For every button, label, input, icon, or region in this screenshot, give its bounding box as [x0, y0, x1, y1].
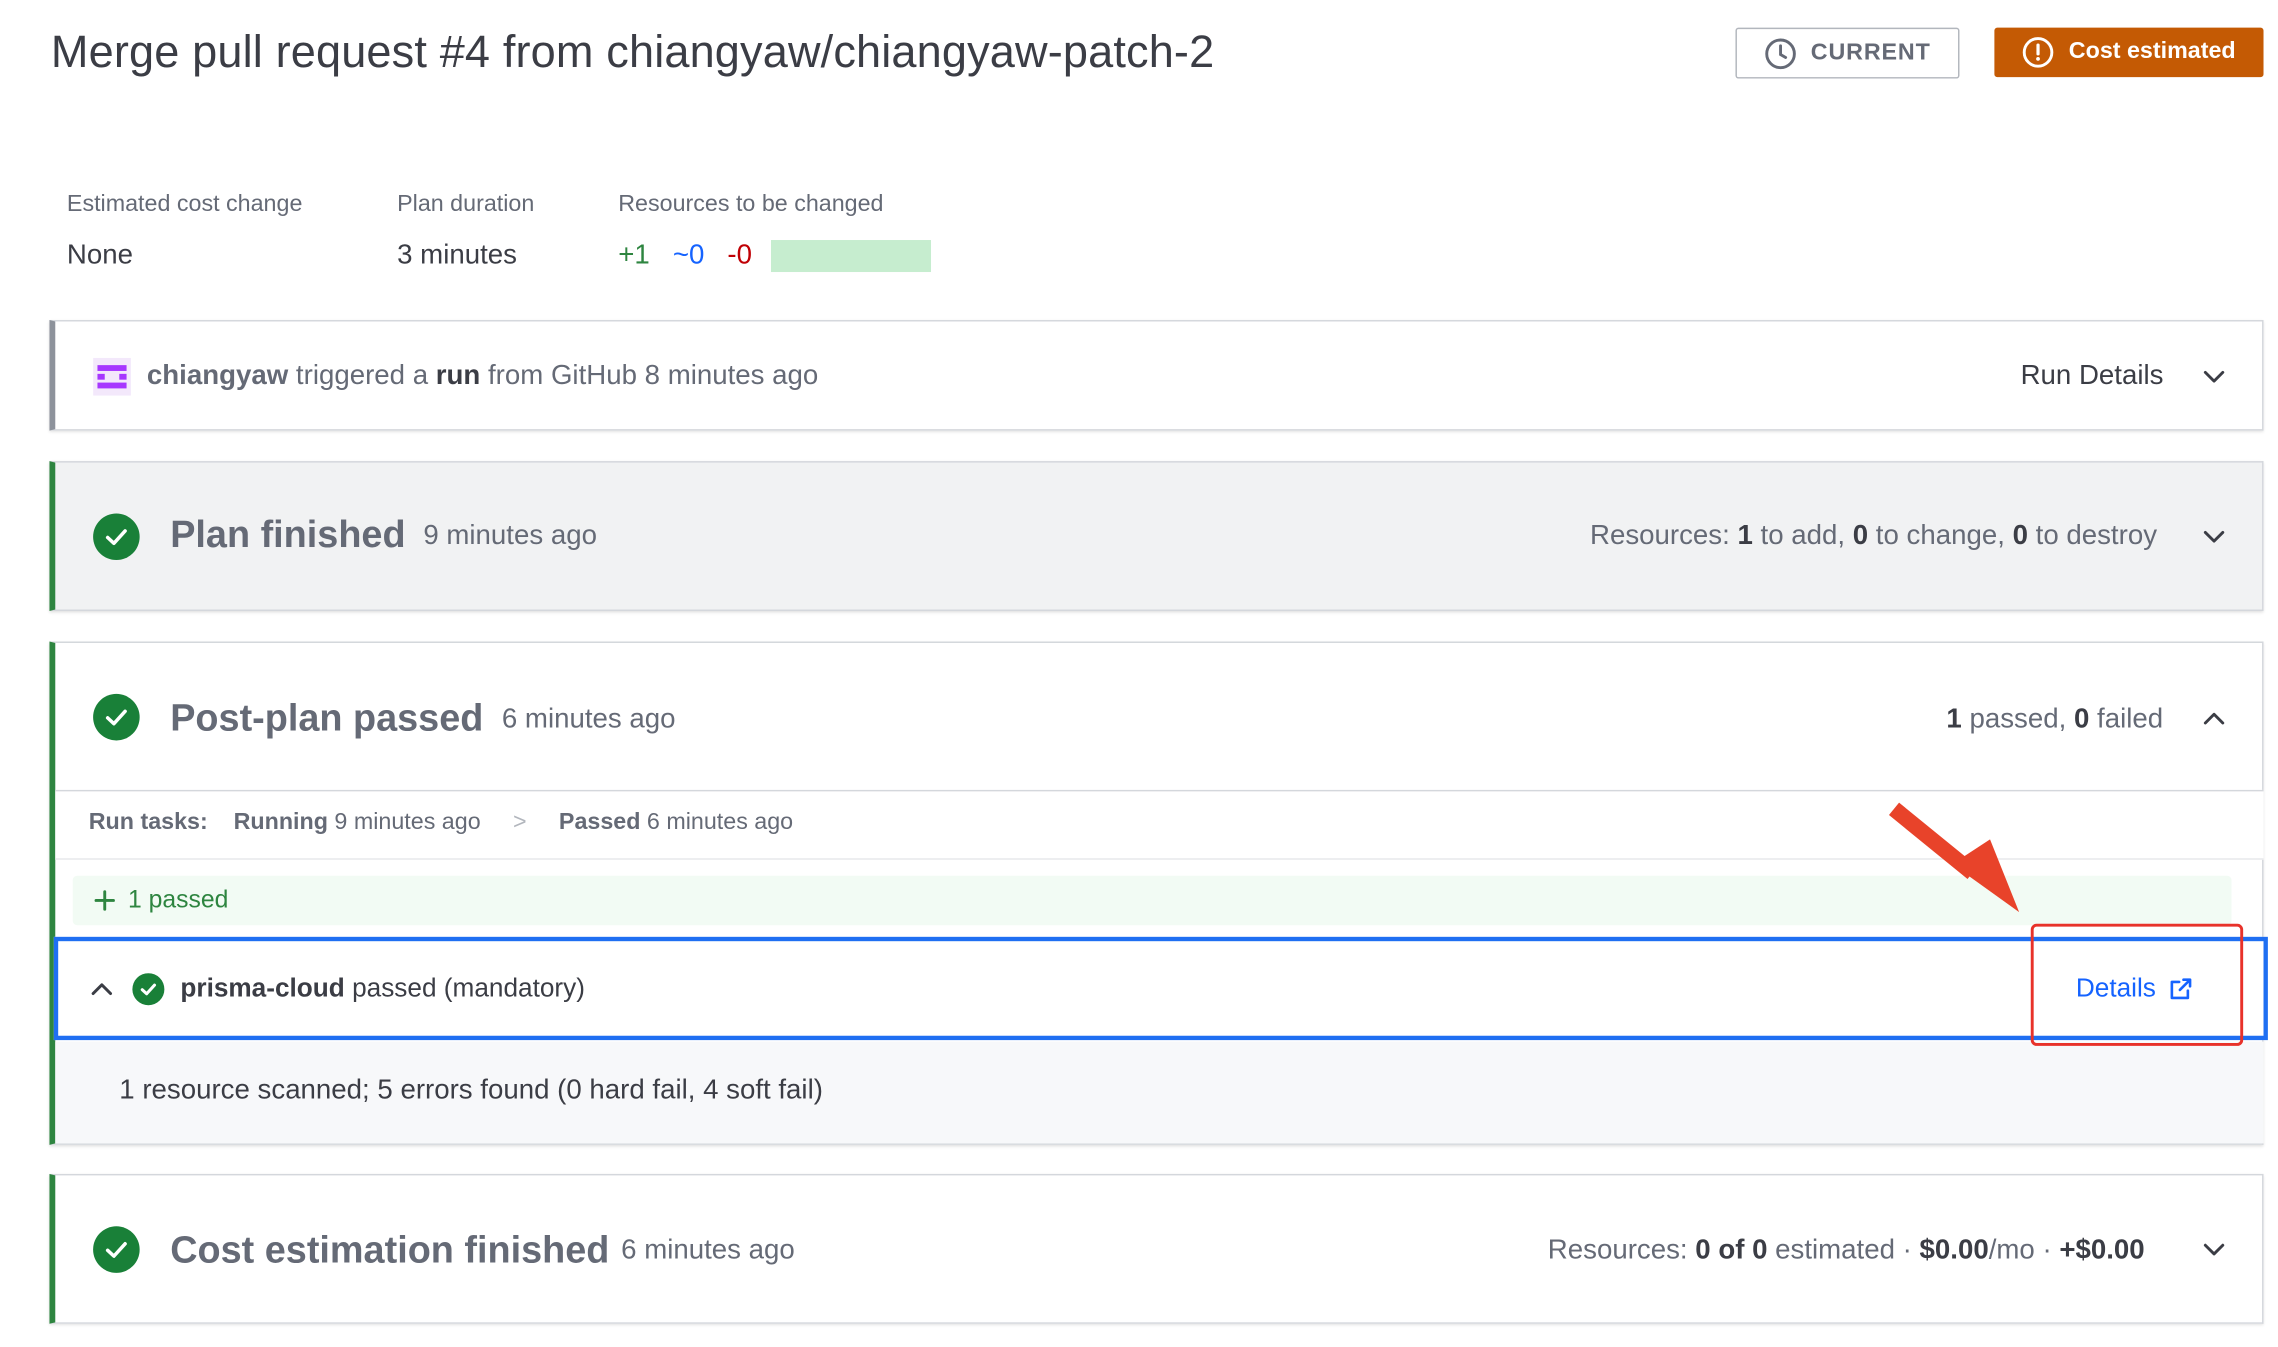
chevron-down-icon[interactable] — [2195, 358, 2233, 396]
check-circle-icon — [93, 693, 140, 741]
cost-time: 6 minutes ago — [621, 1235, 795, 1266]
cost-estimated-label: Cost estimated — [2068, 39, 2236, 65]
timeline-separator: > — [512, 810, 527, 835]
run-details-toggle[interactable]: Run Details — [2021, 361, 2164, 393]
clock-icon — [1764, 37, 1796, 69]
destroy-count: -0 — [727, 240, 752, 271]
cost-monthly: $0.00 — [1919, 1235, 1989, 1266]
add-count: +1 — [618, 240, 650, 271]
task-status-text: prisma-cloud passed (mandatory) — [180, 973, 585, 1004]
plan-panel[interactable]: Plan finished 9 minutes ago Resources: 1… — [49, 461, 2264, 611]
trigger-text-2: from GitHub 8 minutes ago — [480, 360, 819, 392]
resources-changed-label: Resources to be changed — [618, 192, 884, 217]
cost-estimation-panel[interactable]: Cost estimation finished 6 minutes ago R… — [49, 1173, 2264, 1324]
check-circle-icon — [132, 973, 165, 1006]
chevron-up-icon[interactable] — [2195, 700, 2233, 738]
cost-count: 0 of 0 — [1695, 1235, 1768, 1266]
passed-text: passed, — [1961, 704, 2074, 735]
run-tasks-label: Run tasks: — [88, 810, 208, 835]
trigger-text-1: triggered a — [288, 360, 436, 392]
chevron-up-icon[interactable] — [86, 973, 118, 1005]
failed-count: 0 — [2073, 704, 2090, 735]
cost-summary: Resources: 0 of 0 estimated · $0.00/mo ·… — [1548, 1235, 2145, 1267]
run-word: run — [435, 360, 481, 392]
plan-title: Plan finished — [170, 512, 406, 556]
post-plan-results: 1 passed, 0 failed — [1946, 704, 2163, 736]
resource-change-bar — [770, 240, 932, 273]
alert-circle-icon — [2022, 37, 2054, 68]
check-circle-icon — [93, 513, 140, 561]
task-row-prisma-cloud[interactable]: prisma-cloud passed (mandatory) Details — [53, 936, 2268, 1041]
failed-text: failed — [2089, 704, 2164, 735]
task-name: prisma-cloud — [180, 973, 345, 1003]
highlight-box — [2030, 923, 2244, 1046]
plan-change-text: to change, — [1868, 520, 2013, 552]
cost-change-label: Estimated cost change — [66, 192, 303, 217]
page-title: Merge pull request #4 from chiangyaw/chi… — [50, 26, 1215, 78]
plan-duration-value: 3 minutes — [397, 240, 517, 271]
passed-group-label: 1 passed — [128, 885, 229, 914]
cost-change-value: None — [66, 240, 133, 271]
change-count: ~0 — [672, 240, 705, 271]
cost-estimated-badge[interactable]: Cost estimated — [1994, 27, 2264, 78]
task-status: passed (mandatory) — [344, 973, 585, 1003]
annotation-arrow — [1888, 802, 2020, 913]
run-tasks-timeline: Run tasks: Running 9 minutes ago > Passe… — [89, 810, 793, 836]
cost-delta: +$0.00 — [2059, 1235, 2145, 1266]
plus-icon — [94, 890, 115, 911]
trigger-user: chiangyaw — [146, 360, 289, 392]
current-button[interactable]: CURRENT — [1735, 27, 1960, 79]
chevron-down-icon[interactable] — [2195, 518, 2233, 556]
plan-destroy-count: 0 — [2012, 520, 2028, 552]
chevron-down-icon[interactable] — [2195, 1231, 2233, 1269]
plan-resources-summary: Resources: 1 to add, 0 to change, 0 to d… — [1590, 521, 2157, 553]
scan-summary-row: 1 resource scanned; 5 errors found (0 ha… — [55, 1041, 2264, 1144]
passed-count: 1 — [1946, 704, 1962, 735]
run-trigger-panel[interactable]: chiangyaw triggered a run from GitHub 8 … — [49, 320, 2264, 431]
passed-time: 6 minutes ago — [640, 810, 794, 835]
check-circle-icon — [93, 1226, 140, 1273]
current-label: CURRENT — [1810, 40, 1931, 65]
plan-time: 9 minutes ago — [423, 520, 597, 552]
cost-mo: /mo · — [1988, 1235, 2060, 1266]
plan-change-count: 0 — [1852, 520, 1869, 552]
plan-add-count: 1 — [1737, 520, 1753, 552]
passed-label: Passed — [558, 810, 641, 835]
user-avatar — [93, 357, 131, 396]
cost-estimated-text: estimated · — [1767, 1235, 1920, 1266]
scan-summary: 1 resource scanned; 5 errors found (0 ha… — [119, 1075, 823, 1106]
running-label: Running — [233, 810, 328, 835]
run-trigger-text: chiangyaw triggered a run from GitHub 8 … — [147, 361, 818, 393]
res-prefix: Resources: — [1589, 520, 1738, 552]
post-plan-time: 6 minutes ago — [501, 704, 676, 735]
post-plan-title: Post-plan passed — [170, 695, 484, 739]
plan-destroy-text: to destroy — [2027, 520, 2158, 552]
cost-title: Cost estimation finished — [170, 1227, 610, 1272]
plan-add-text: to add, — [1752, 520, 1853, 552]
plan-duration-label: Plan duration — [397, 192, 535, 217]
running-time: 9 minutes ago — [327, 810, 481, 835]
resources-changed-values: +1 ~0 -0 — [618, 240, 752, 272]
cost-res-prefix: Resources: — [1547, 1235, 1696, 1266]
